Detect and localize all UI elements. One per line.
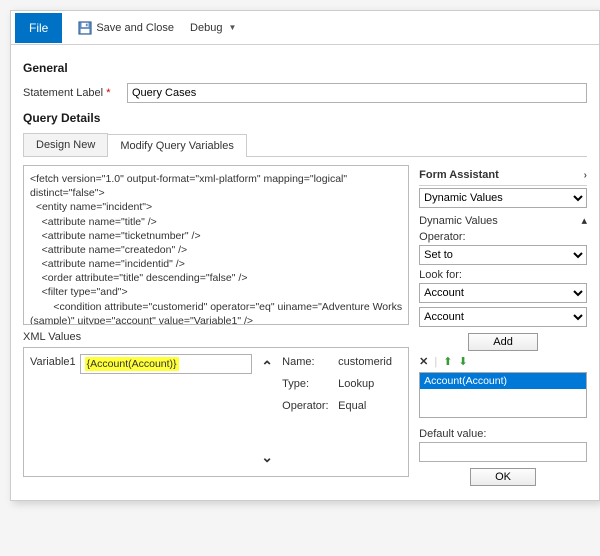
reorder-arrows: ⌃ ⌄ — [258, 354, 276, 470]
statement-label-row: Statement Label * — [23, 83, 587, 103]
token-actions: ✕ | ⬆ ⬇ — [419, 355, 587, 368]
meta-op-label: Operator: — [282, 400, 332, 412]
ok-button[interactable]: OK — [470, 468, 536, 486]
dynamic-values-select[interactable]: Dynamic Values — [419, 188, 587, 208]
chevron-down-icon: ▼ — [228, 23, 236, 32]
collapse-icon: ▴ — [581, 214, 587, 227]
left-column: <fetch version="1.0" output-format="xml-… — [23, 165, 409, 490]
token-down-icon[interactable]: ⬇ — [458, 355, 467, 368]
top-toolbar: File Save and Close Debug ▼ — [11, 11, 599, 45]
query-tabs: Design New Modify Query Variables — [23, 133, 587, 157]
operator-select[interactable]: Set to — [419, 245, 587, 265]
save-and-close-button[interactable]: Save and Close — [78, 21, 174, 35]
statement-label-input[interactable] — [127, 83, 587, 103]
file-menu[interactable]: File — [15, 13, 62, 43]
required-asterisk: * — [106, 87, 110, 99]
dynamic-values-subheader[interactable]: Dynamic Values ▴ — [419, 214, 587, 227]
app-window: File Save and Close Debug ▼ General Stat… — [10, 10, 600, 501]
move-down-icon[interactable]: ⌄ — [261, 449, 273, 466]
remove-token-icon[interactable]: ✕ — [419, 355, 428, 368]
fetchxml-textarea[interactable]: <fetch version="1.0" output-format="xml-… — [23, 165, 409, 325]
variable-token: {Account(Account)} — [85, 357, 179, 371]
token-up-icon[interactable]: ⬆ — [443, 355, 452, 368]
save-icon — [78, 21, 92, 35]
debug-label: Debug — [190, 22, 222, 34]
form-assistant-header[interactable]: Form Assistant › — [419, 165, 587, 186]
xml-values-label: XML Values — [23, 331, 409, 343]
lookfor-field-select[interactable]: Account — [419, 307, 587, 327]
lookfor-label: Look for: — [419, 269, 587, 281]
query-details-heading: Query Details — [23, 111, 587, 125]
default-value-input[interactable] — [419, 442, 587, 462]
tab-modify-query-variables[interactable]: Modify Query Variables — [107, 134, 247, 157]
main-columns: <fetch version="1.0" output-format="xml-… — [23, 165, 587, 490]
variable-meta: Name: customerid Type: Lookup Operator: Equ… — [282, 354, 402, 470]
dynamic-values-sublabel: Dynamic Values — [419, 215, 498, 227]
variable1-label: Variable1 — [30, 354, 76, 368]
tab-design-new[interactable]: Design New — [23, 133, 108, 156]
operator-label: Operator: — [419, 231, 587, 243]
variable1-input[interactable]: {Account(Account)} — [80, 354, 252, 374]
variable-row: Variable1 {Account(Account)} — [30, 354, 252, 470]
token-list[interactable]: Account(Account) — [419, 372, 587, 418]
meta-name-value: customerid — [338, 356, 392, 368]
save-close-label: Save and Close — [96, 22, 174, 34]
chevron-right-icon: › — [584, 170, 587, 181]
meta-name-label: Name: — [282, 356, 332, 368]
lookfor-entity-select[interactable]: Account — [419, 283, 587, 303]
general-heading: General — [23, 61, 587, 75]
meta-type-label: Type: — [282, 378, 332, 390]
content-area: General Statement Label * Query Details … — [11, 45, 599, 500]
meta-op-value: Equal — [338, 400, 366, 412]
move-up-icon[interactable]: ⌃ — [261, 358, 273, 375]
default-value-label: Default value: — [419, 428, 587, 440]
form-assistant-title: Form Assistant — [419, 169, 499, 181]
meta-type-value: Lookup — [338, 378, 374, 390]
xml-values-panel: Variable1 {Account(Account)} ⌃ ⌄ Name: cu… — [23, 347, 409, 477]
add-button[interactable]: Add — [468, 333, 538, 351]
separator: | — [434, 356, 437, 368]
statement-label-text: Statement Label * — [23, 87, 123, 99]
selected-token[interactable]: Account(Account) — [420, 373, 586, 389]
form-assistant-panel: Form Assistant › Dynamic Values Dynamic … — [419, 165, 587, 490]
debug-menu[interactable]: Debug ▼ — [190, 22, 236, 34]
